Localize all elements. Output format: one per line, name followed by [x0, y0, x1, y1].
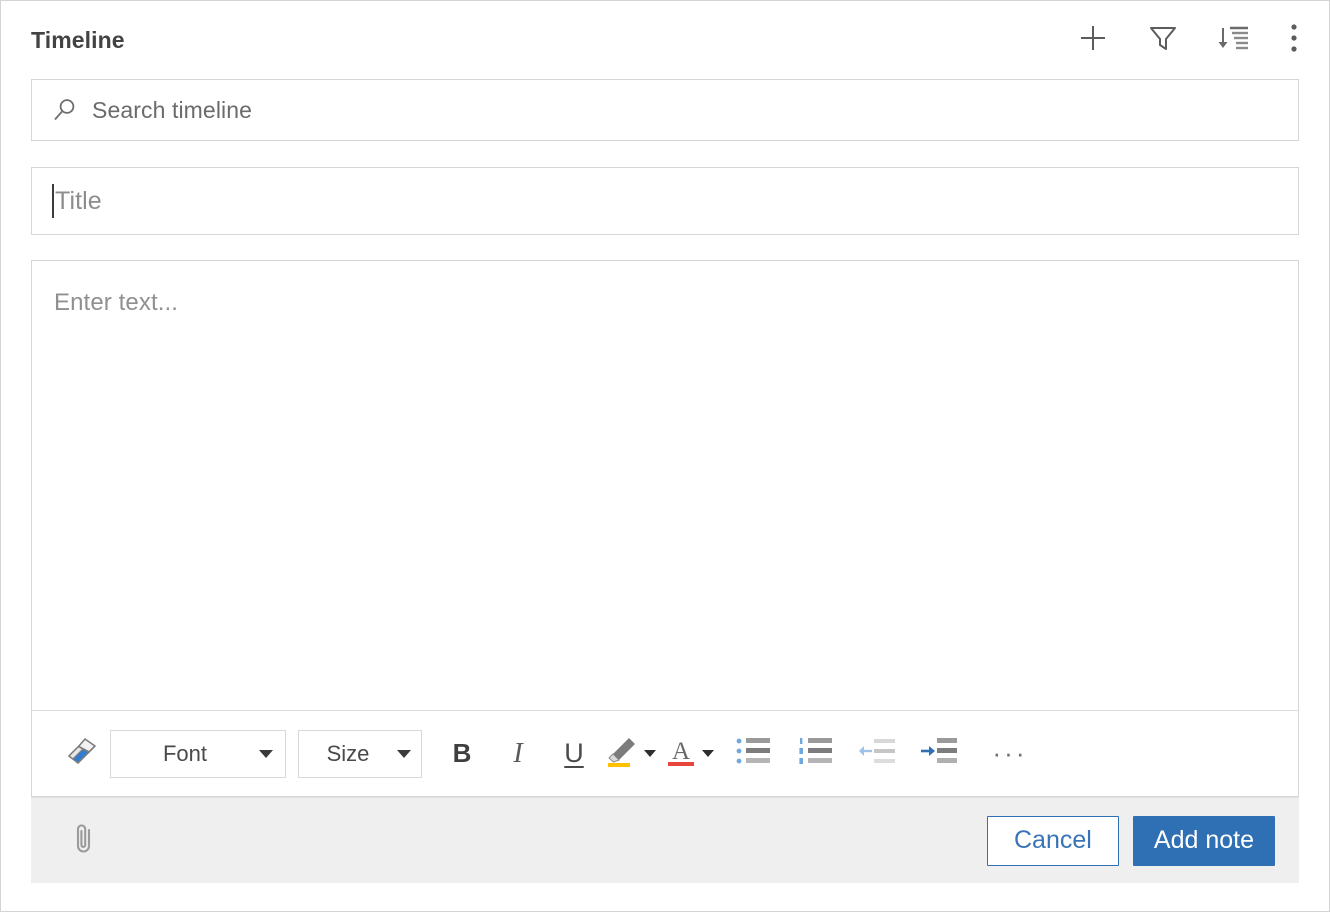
search-icon: [52, 97, 78, 123]
attachment-icon: [72, 821, 98, 860]
numbered-list-icon: [798, 736, 832, 771]
timeline-panel: Timeline Search timeline Title Enter tex…: [0, 0, 1330, 912]
more-formatting-button[interactable]: ···: [980, 738, 1040, 769]
filter-button[interactable]: [1141, 18, 1185, 62]
font-size-value: Size: [326, 740, 370, 766]
more-options-icon: [1290, 23, 1298, 58]
add-note-button[interactable]: Add note: [1132, 815, 1275, 866]
font-size-select[interactable]: Size: [298, 729, 422, 778]
decrease-indent-button[interactable]: [846, 731, 908, 777]
decrease-indent-icon: [858, 736, 896, 771]
font-color-icon: A: [664, 734, 698, 773]
highlight-button[interactable]: [602, 734, 656, 773]
font-family-value: Font: [162, 740, 208, 766]
numbered-list-button[interactable]: [784, 731, 846, 777]
bullet-list-button[interactable]: [722, 731, 784, 777]
note-editor: Enter text... Font Size B I U A ···: [31, 260, 1299, 797]
sort-button[interactable]: [1211, 18, 1255, 62]
font-color-button[interactable]: A: [664, 734, 714, 773]
footer-actions: Cancel Add note: [986, 815, 1275, 866]
format-painter-button[interactable]: [54, 731, 110, 777]
search-placeholder: Search timeline: [92, 96, 253, 123]
increase-indent-button[interactable]: [908, 731, 970, 777]
chevron-down-icon: [702, 750, 714, 757]
note-body-input[interactable]: Enter text...: [32, 261, 1298, 710]
text-caret: [52, 184, 54, 218]
format-painter-icon: [65, 735, 99, 772]
bullet-list-icon: [736, 736, 770, 771]
more-options-button[interactable]: [1281, 18, 1307, 62]
italic-button[interactable]: I: [490, 738, 546, 770]
increase-indent-icon: [920, 736, 958, 771]
chevron-down-icon: [397, 749, 411, 758]
font-family-select[interactable]: Font: [110, 729, 286, 778]
cancel-button[interactable]: Cancel: [986, 815, 1119, 866]
svg-text:A: A: [672, 738, 690, 765]
note-title-placeholder: Title: [55, 186, 102, 215]
filter-icon: [1147, 22, 1179, 59]
note-body-placeholder: Enter text...: [54, 289, 179, 316]
bold-button[interactable]: B: [434, 738, 490, 769]
search-input[interactable]: Search timeline: [31, 79, 1299, 141]
sort-icon: [1216, 22, 1250, 59]
attach-file-button[interactable]: [63, 819, 107, 863]
highlight-icon: [602, 734, 640, 773]
panel-header: Timeline: [1, 1, 1329, 79]
formatting-toolbar: Font Size B I U A ···: [32, 710, 1298, 796]
add-icon: [1077, 22, 1109, 59]
chevron-down-icon: [259, 749, 273, 758]
note-form-footer: Cancel Add note: [31, 797, 1299, 883]
header-actions: [1071, 18, 1307, 62]
add-button[interactable]: [1071, 18, 1115, 62]
underline-button[interactable]: U: [546, 738, 602, 769]
chevron-down-icon: [644, 750, 656, 757]
page-title: Timeline: [31, 26, 125, 53]
note-title-input[interactable]: Title: [31, 167, 1299, 235]
panel-body: Search timeline Title Enter text... Font…: [1, 79, 1329, 797]
